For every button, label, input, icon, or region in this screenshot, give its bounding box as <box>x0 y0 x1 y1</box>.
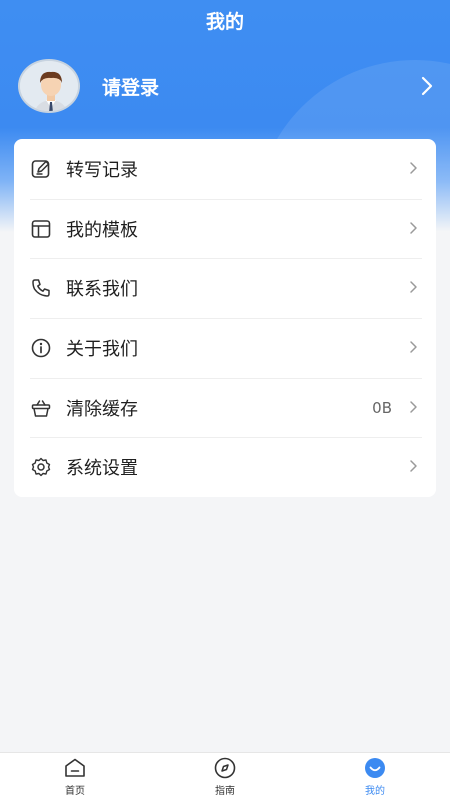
tab-label: 首页 <box>65 786 85 797</box>
compass-icon <box>214 757 236 779</box>
chevron-right-icon <box>410 401 417 413</box>
tab-home[interactable]: 首页 <box>0 753 150 800</box>
menu-item-clear-cache[interactable]: 清除缓存 0B <box>14 377 436 438</box>
menu-item-label: 清除缓存 <box>66 398 138 420</box>
page-title: 我的 <box>205 11 244 33</box>
chevron-right-icon <box>410 221 417 234</box>
tab-label: 指南 <box>215 786 235 797</box>
smile-icon <box>365 758 385 778</box>
home-icon <box>65 758 85 777</box>
menu-item-label: 转写记录 <box>66 159 138 181</box>
cache-size-value: 0B <box>372 398 392 417</box>
tab-guide[interactable]: 指南 <box>150 753 300 800</box>
menu-item-about-us[interactable]: 关于我们 <box>14 318 436 378</box>
menu-item-label: 联系我们 <box>66 279 138 301</box>
chevron-right-icon <box>410 460 417 473</box>
menu-item-contact-us[interactable]: 联系我们 <box>14 258 436 318</box>
menu-item-label: 系统设置 <box>66 458 138 480</box>
menu-card: 转写记录 我的模板 联系我们 关于我们 清除缓存 0B 系统设置 <box>14 139 436 497</box>
info-icon <box>31 338 51 358</box>
menu-item-my-templates[interactable]: 我的模板 <box>14 198 436 259</box>
login-label[interactable]: 请登录 <box>102 73 159 100</box>
chevron-right-icon <box>410 162 417 174</box>
bottom-tab-bar: 首页 指南 我的 <box>0 752 450 800</box>
avatar[interactable] <box>18 59 80 113</box>
gear-icon <box>31 458 51 477</box>
chevron-right-icon <box>410 341 417 353</box>
basket-icon <box>31 399 51 417</box>
menu-item-system-settings[interactable]: 系统设置 <box>14 437 436 497</box>
tab-mine[interactable]: 我的 <box>300 753 450 800</box>
chevron-right-icon <box>410 281 417 294</box>
menu-item-label: 关于我们 <box>66 338 138 360</box>
login-entry[interactable]: 请登录 <box>18 58 438 114</box>
edit-note-icon <box>31 160 50 178</box>
tab-label: 我的 <box>365 786 385 797</box>
chevron-right-icon[interactable] <box>420 76 434 96</box>
menu-item-transcription-records[interactable]: 转写记录 <box>14 139 436 199</box>
phone-icon <box>32 279 50 297</box>
template-icon <box>31 219 51 238</box>
menu-item-label: 我的模板 <box>66 219 138 241</box>
